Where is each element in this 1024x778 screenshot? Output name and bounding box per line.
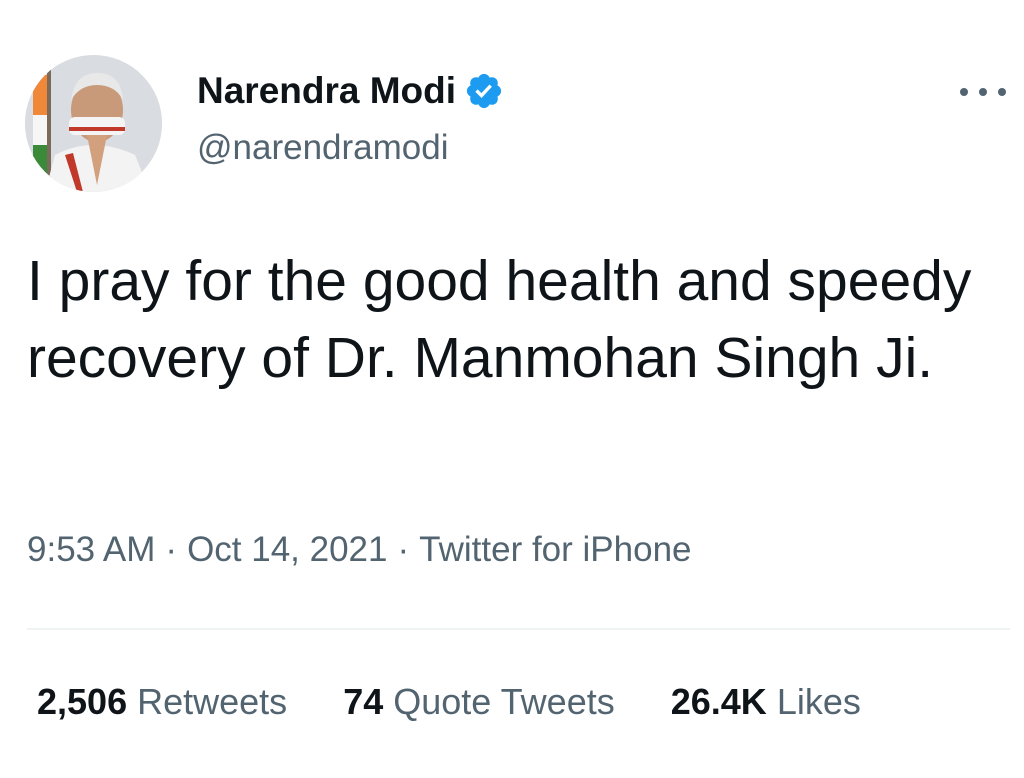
dot-icon xyxy=(998,88,1006,96)
meta-separator: · xyxy=(165,530,178,569)
avatar-photo-icon xyxy=(25,55,162,192)
quote-tweets-stat[interactable]: 74 Quote Tweets xyxy=(343,681,615,723)
retweets-count: 2,506 xyxy=(37,681,128,722)
meta-separator: · xyxy=(397,530,410,569)
tweet-card: Narendra Modi @narendramodi I pray for t… xyxy=(0,0,1024,778)
retweets-stat[interactable]: 2,506 Retweets xyxy=(37,681,287,723)
tweet-stats: 2,506 Retweets 74 Quote Tweets 26.4K Lik… xyxy=(37,681,861,723)
tweet-text: I pray for the good health and speedy re… xyxy=(27,249,972,390)
tweet-time[interactable]: 9:53 AM xyxy=(27,530,155,569)
tweet-metadata: 9:53 AM · Oct 14, 2021 · Twitter for iPhone xyxy=(27,530,692,570)
author-name-row: Narendra Modi xyxy=(197,70,504,112)
avatar[interactable] xyxy=(25,55,162,192)
tweet-date[interactable]: Oct 14, 2021 xyxy=(187,530,387,569)
verified-badge-icon xyxy=(466,73,502,109)
dot-icon xyxy=(960,88,968,96)
author-display-name[interactable]: Narendra Modi xyxy=(197,70,456,112)
divider xyxy=(27,628,1010,630)
quote-tweets-label: Quote Tweets xyxy=(393,681,615,722)
quote-tweets-count: 74 xyxy=(343,681,384,722)
retweets-label: Retweets xyxy=(137,681,288,722)
dot-icon xyxy=(979,88,987,96)
likes-label: Likes xyxy=(776,681,861,722)
likes-stat[interactable]: 26.4K Likes xyxy=(671,681,861,723)
likes-count: 26.4K xyxy=(670,681,767,722)
tweet-source[interactable]: Twitter for iPhone xyxy=(419,530,691,569)
more-options-icon[interactable] xyxy=(960,80,1006,104)
author-handle[interactable]: @narendramodi xyxy=(197,128,449,168)
